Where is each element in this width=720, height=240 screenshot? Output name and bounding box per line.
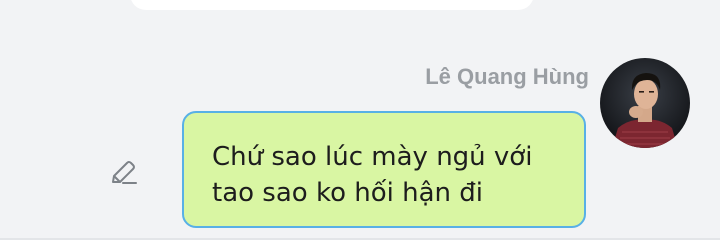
previous-message-bubble [130,0,534,10]
sender-avatar[interactable] [600,58,690,148]
message-text: Chứ sao lúc mày ngủ với tao sao ko hối h… [212,142,533,208]
edit-pencil-icon[interactable] [106,156,140,190]
pencil-icon [112,161,137,184]
avatar-image [600,58,690,148]
message-bubble[interactable]: Chứ sao lúc mày ngủ với tao sao ko hối h… [182,111,586,228]
sender-name: Lê Quang Hùng [425,64,589,89]
